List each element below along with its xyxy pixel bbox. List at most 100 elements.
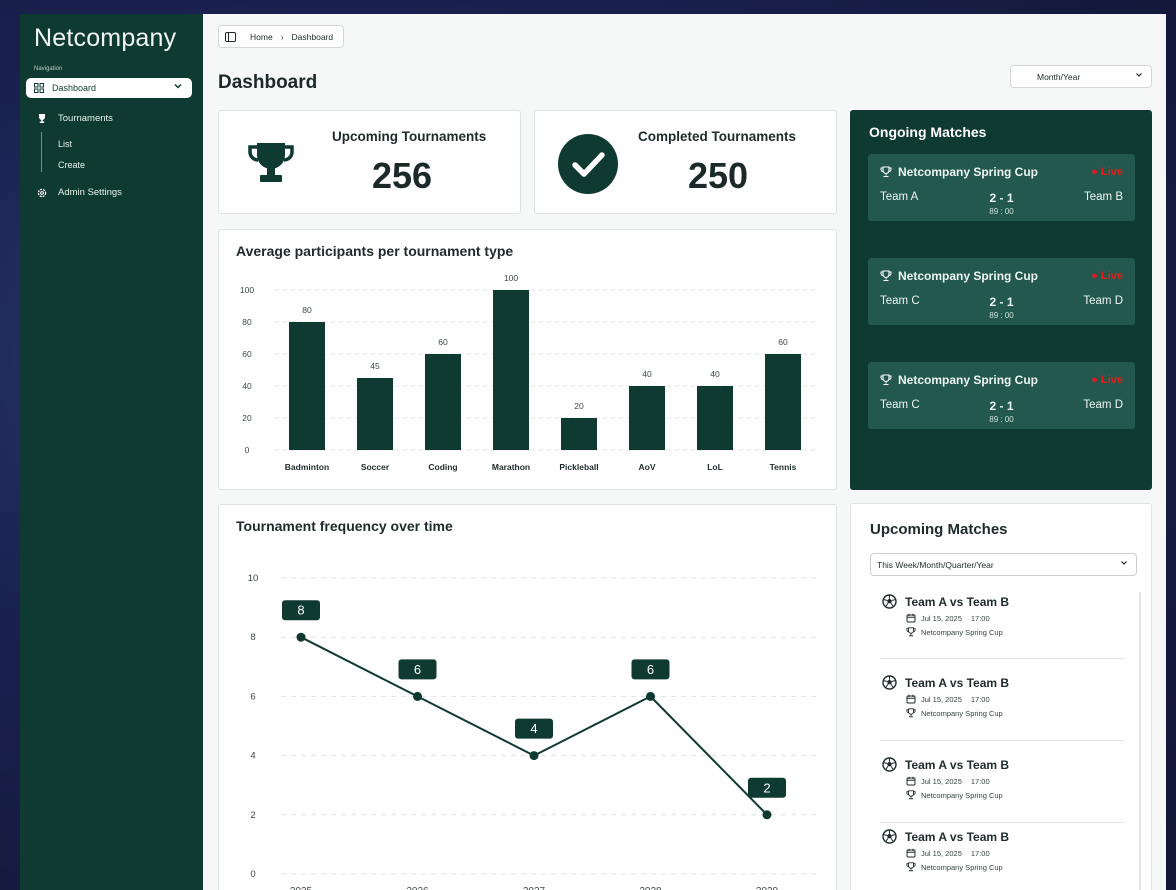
trophy-icon (880, 166, 892, 178)
x-tick-label: Badminton (285, 462, 329, 472)
grid-icon (34, 83, 44, 93)
soccer-ball-icon (882, 757, 897, 772)
x-tick-label: Soccer (361, 462, 390, 472)
bar (697, 386, 733, 450)
trophy-icon (906, 862, 916, 872)
trophy-icon (247, 141, 295, 190)
bar-chart-card: Average participants per tournament type… (218, 229, 837, 490)
sidebar-toggle-icon[interactable] (225, 31, 236, 42)
team-right: Team B (1084, 191, 1123, 203)
nav-caption: Navigation (34, 66, 63, 72)
soccer-ball-icon (882, 829, 897, 844)
trophy-icon (880, 374, 892, 386)
team-right: Team D (1083, 295, 1123, 307)
x-tick-label: Pickleball (559, 462, 598, 472)
match-teams: Team A vs Team B (905, 829, 1010, 844)
list-item[interactable]: Team A vs Team B Jul 15, 2025 17:00 Netco… (882, 829, 1126, 872)
match-cup-name: Netcompany Spring Cup (898, 373, 1039, 387)
trophy-icon (36, 113, 48, 124)
y-tick-label: 8 (250, 632, 255, 643)
match-teams: Team A vs Team B (905, 675, 1010, 690)
data-point (413, 691, 422, 701)
trophy-icon (880, 270, 892, 282)
data-label: 4 (530, 721, 537, 736)
bar (561, 418, 597, 450)
calendar-icon (906, 776, 916, 786)
data-label: 60 (438, 337, 448, 347)
breadcrumb: Home › Dashboard (218, 25, 345, 48)
divider (880, 658, 1124, 659)
soccer-ball-icon (882, 675, 897, 690)
live-badge: ● Live (1091, 374, 1123, 386)
scrollbar[interactable] (1139, 592, 1141, 890)
trophy-icon (906, 790, 916, 800)
match-date: Jul 15, 2025 (921, 848, 962, 858)
match-time: 89 : 00 (989, 415, 1014, 424)
calendar-icon (906, 694, 916, 704)
x-tick-label: Marathon (492, 462, 530, 472)
sidebar-item-dashboard[interactable]: Dashboard (26, 78, 192, 98)
sidebar-item-tournaments[interactable]: Tournaments (36, 113, 113, 124)
gear-icon (36, 188, 48, 198)
match-cup: Netcompany Spring Cup (880, 373, 1038, 387)
nav-tree-line (41, 132, 42, 172)
page-title: Dashboard (218, 72, 318, 93)
y-tick-label: 2 (250, 810, 255, 821)
sidebar-item-label: Admin Settings (58, 187, 122, 198)
breadcrumb-current: Dashboard (291, 31, 334, 42)
match-cup: Netcompany Spring Cup (880, 269, 1038, 283)
ongoing-matches-panel: Ongoing Matches Netcompany Spring Cup ● … (850, 110, 1152, 490)
bar (425, 354, 461, 450)
sidebar-item-label: Tournaments (58, 113, 113, 124)
live-label: Live (1100, 270, 1123, 282)
sidebar-subitem-list[interactable]: List (58, 139, 72, 149)
match-time: 17:00 (970, 694, 990, 704)
list-item[interactable]: Team A vs Team B Jul 15, 2025 17:00 Netco… (882, 594, 1126, 637)
sidebar-subitem-create[interactable]: Create (58, 160, 85, 170)
period-select-value: Month/Year (1037, 71, 1081, 82)
data-label: 6 (647, 662, 654, 677)
live-badge: ● Live (1091, 270, 1123, 282)
stat-card-upcoming: Upcoming Tournaments 256 (218, 110, 521, 214)
stat-label: Completed Tournaments (638, 129, 797, 144)
check-circle-icon (557, 133, 619, 200)
line-chart: 0 2 4 6 8 10 8 2025 6 2026 4 2027 6 2028 2 2029 (248, 573, 819, 890)
y-tick-label: 100 (240, 285, 254, 295)
match-cup: Netcompany Spring Cup (921, 627, 1003, 637)
stat-label: Upcoming Tournaments (332, 129, 487, 144)
y-tick-label: 60 (242, 349, 252, 359)
match-time: 17:00 (970, 776, 990, 786)
y-tick-label: 6 (250, 691, 255, 702)
list-item[interactable]: Team A vs Team B Jul 15, 2025 17:00 Netco… (882, 757, 1126, 800)
match-card[interactable]: Netcompany Spring Cup ● Live Team C 2 - … (868, 362, 1135, 429)
data-label: 100 (504, 273, 518, 283)
list-item[interactable]: Team A vs Team B Jul 15, 2025 17:00 Netco… (882, 675, 1126, 718)
match-cup-name: Netcompany Spring Cup (898, 269, 1039, 283)
data-label: 8 (297, 603, 304, 618)
data-label: 40 (642, 369, 652, 379)
data-point (296, 632, 306, 642)
sidebar-item-admin-settings[interactable]: Admin Settings (36, 187, 122, 198)
bar (629, 386, 665, 450)
line-chart-card: Tournament frequency over time 024681082… (218, 504, 837, 890)
data-label: 2 (763, 780, 770, 795)
x-tick-label: Coding (428, 462, 457, 472)
period-select[interactable]: Month/Year (1010, 65, 1152, 88)
y-tick-label: 80 (242, 317, 252, 327)
match-card[interactable]: Netcompany Spring Cup ● Live Team A 2 - … (868, 154, 1135, 221)
upcoming-title: Upcoming Matches (870, 521, 1008, 538)
bar (289, 322, 325, 450)
bar (357, 378, 393, 450)
match-time: 89 : 00 (989, 311, 1014, 320)
match-cup: Netcompany Spring Cup (921, 790, 1003, 800)
x-tick-label: Tennis (770, 462, 797, 472)
stat-value: 250 (688, 155, 749, 196)
breadcrumb-home[interactable]: Home (250, 32, 273, 42)
divider (880, 822, 1124, 823)
match-card[interactable]: Netcompany Spring Cup ● Live Team C 2 - … (868, 258, 1135, 325)
upcoming-filter-select[interactable]: This Week/Month/Quarter/Year (870, 553, 1137, 576)
match-teams: Team A vs Team B (905, 757, 1010, 772)
divider (880, 740, 1124, 741)
y-tick-label: 0 (245, 445, 250, 455)
bar-chart: 0 20 40 60 80 100 80 Badminton 45 Soccer 60 Coding 1… (240, 273, 819, 472)
